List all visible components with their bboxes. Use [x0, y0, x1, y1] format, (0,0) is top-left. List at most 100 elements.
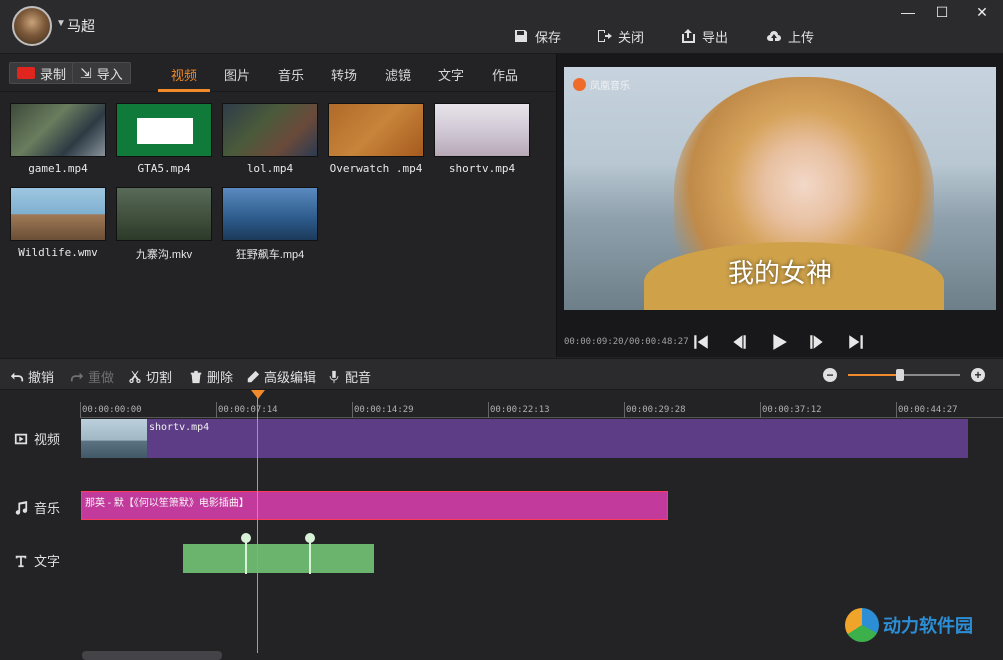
ruler-tick	[896, 402, 897, 418]
ruler-tick	[488, 402, 489, 418]
zoom-slider-track[interactable]	[848, 374, 960, 376]
zoom-slider-thumb[interactable]	[895, 369, 904, 381]
close-project-button[interactable]: 关闭	[596, 26, 644, 46]
site-watermark: 动力软件园	[845, 608, 973, 642]
clip-name: 那英 - 默【《何以笙箫默》电影插曲】	[85, 498, 249, 509]
trash-icon	[190, 370, 202, 383]
media-thumbnail[interactable]	[116, 103, 212, 157]
track-label-text: 文字	[14, 551, 60, 570]
scissors-icon	[129, 370, 141, 383]
watermark-text: 动力软件园	[883, 616, 973, 636]
tab-filters[interactable]: 滤镜	[385, 65, 411, 84]
clip-thumbnail	[81, 419, 147, 458]
window-close-button[interactable]: ✕	[964, 0, 1000, 24]
track-label-video: 视频	[14, 429, 60, 448]
avatar[interactable]	[12, 6, 52, 46]
media-item-label: GTA5.mp4	[137, 162, 191, 175]
voiceover-button[interactable]: 配音	[327, 367, 371, 386]
record-icon	[17, 67, 35, 79]
tab-images[interactable]: 图片	[224, 65, 250, 84]
ruler-label: 00:00:29:28	[626, 405, 686, 415]
exit-icon	[598, 30, 612, 42]
maximize-button[interactable]: ☐	[924, 0, 960, 24]
media-library: 录制 ⇲ 导入 视频 图片 音乐 转场 滤镜 文字 作品 game1.mp4 G…	[0, 54, 556, 357]
undo-button[interactable]: 撤销	[10, 367, 54, 386]
ruler-label: 00:00:22:13	[490, 405, 550, 415]
redo-button[interactable]: 重做	[70, 367, 114, 386]
media-item-label: game1.mp4	[28, 162, 88, 175]
redo-icon	[70, 372, 84, 381]
export-icon	[682, 29, 695, 43]
zoom-in-button[interactable]: +	[971, 368, 985, 382]
advanced-edit-button[interactable]: 高级编辑	[246, 367, 316, 386]
playhead-line[interactable]	[257, 391, 258, 653]
clip-name: shortv.mp4	[149, 422, 210, 433]
cut-button[interactable]: 切割	[128, 367, 172, 386]
media-item-label: shortv.mp4	[448, 162, 516, 175]
media-thumbnail[interactable]	[222, 103, 318, 157]
ruler-label: 00:00:37:12	[762, 405, 822, 415]
media-thumbnail[interactable]	[10, 103, 106, 157]
tab-text[interactable]: 文字	[438, 65, 464, 84]
media-thumbnail[interactable]	[116, 187, 212, 241]
save-button[interactable]: 保存	[513, 26, 561, 46]
time-ruler[interactable]: 00:00:00:00 00:00:07:14 00:00:14:29 00:0…	[80, 402, 1003, 418]
active-tab-indicator	[158, 89, 210, 92]
import-icon: ⇲	[80, 64, 92, 81]
minimize-button[interactable]: —	[890, 0, 926, 24]
skip-to-end-button[interactable]	[844, 330, 868, 354]
microphone-icon	[329, 370, 339, 383]
pencil-icon	[247, 370, 260, 382]
next-frame-button[interactable]	[805, 330, 829, 354]
keyframe-handle[interactable]	[305, 533, 315, 543]
media-item-label: lol.mp4	[246, 162, 294, 175]
zoom-out-button[interactable]: −	[823, 368, 837, 382]
horizontal-scrollbar[interactable]	[82, 651, 222, 660]
play-square-icon	[14, 433, 28, 444]
video-clip[interactable]: shortv.mp4	[81, 419, 968, 458]
delete-button[interactable]: 删除	[189, 367, 233, 386]
play-icon	[773, 334, 787, 350]
library-tab-bar: 录制 ⇲ 导入 视频 图片 音乐 转场 滤镜 文字 作品	[0, 54, 556, 92]
skip-forward-icon	[849, 335, 863, 349]
skip-back-icon	[694, 335, 708, 349]
ruler-tick	[352, 402, 353, 418]
media-thumbnail[interactable]	[328, 103, 424, 157]
tab-video[interactable]: 视频	[171, 65, 197, 84]
media-thumbnail[interactable]	[10, 187, 106, 241]
media-thumbnail[interactable]	[434, 103, 530, 157]
music-clip[interactable]: 那英 - 默【《何以笙箫默》电影插曲】	[81, 491, 668, 520]
media-thumbnail[interactable]	[222, 187, 318, 241]
video-subtitle: 我的女神	[727, 259, 832, 289]
timecode: 00:00:09:20/00:00:48:27	[564, 337, 689, 347]
video-preview[interactable]: 凤凰音乐 我的女神	[564, 67, 996, 310]
import-button[interactable]: ⇲ 导入	[72, 62, 131, 84]
undo-icon	[10, 372, 24, 381]
keyframe-handle[interactable]	[241, 533, 251, 543]
media-item-label: Overwatch .mp4	[329, 162, 423, 175]
chevron-down-icon[interactable]: ▼	[56, 18, 66, 29]
record-button[interactable]: 录制	[9, 62, 75, 84]
save-icon	[515, 30, 527, 42]
step-back-icon	[733, 335, 746, 349]
text-clip[interactable]	[183, 544, 374, 573]
ruler-tick	[216, 402, 217, 418]
previous-frame-button[interactable]	[727, 330, 751, 354]
logo-icon	[573, 78, 586, 91]
skip-to-start-button[interactable]	[689, 330, 713, 354]
title-bar: ▼ 马超 保存 关闭 导出 上传 — ☐ ✕	[0, 0, 1003, 54]
username[interactable]: 马超	[67, 16, 95, 36]
track-label-music: 音乐	[14, 498, 60, 517]
export-button[interactable]: 导出	[680, 26, 728, 46]
tab-works[interactable]: 作品	[492, 65, 518, 84]
tab-music[interactable]: 音乐	[278, 65, 304, 84]
ruler-tick	[624, 402, 625, 418]
ruler-label: 00:00:44:27	[898, 405, 958, 415]
music-note-icon	[15, 500, 28, 515]
text-icon	[15, 555, 27, 567]
play-button[interactable]	[767, 330, 791, 354]
upload-button[interactable]: 上传	[766, 26, 814, 46]
playhead-handle[interactable]	[251, 390, 265, 399]
tab-transitions[interactable]: 转场	[331, 65, 357, 84]
cloud-upload-icon	[767, 31, 781, 41]
